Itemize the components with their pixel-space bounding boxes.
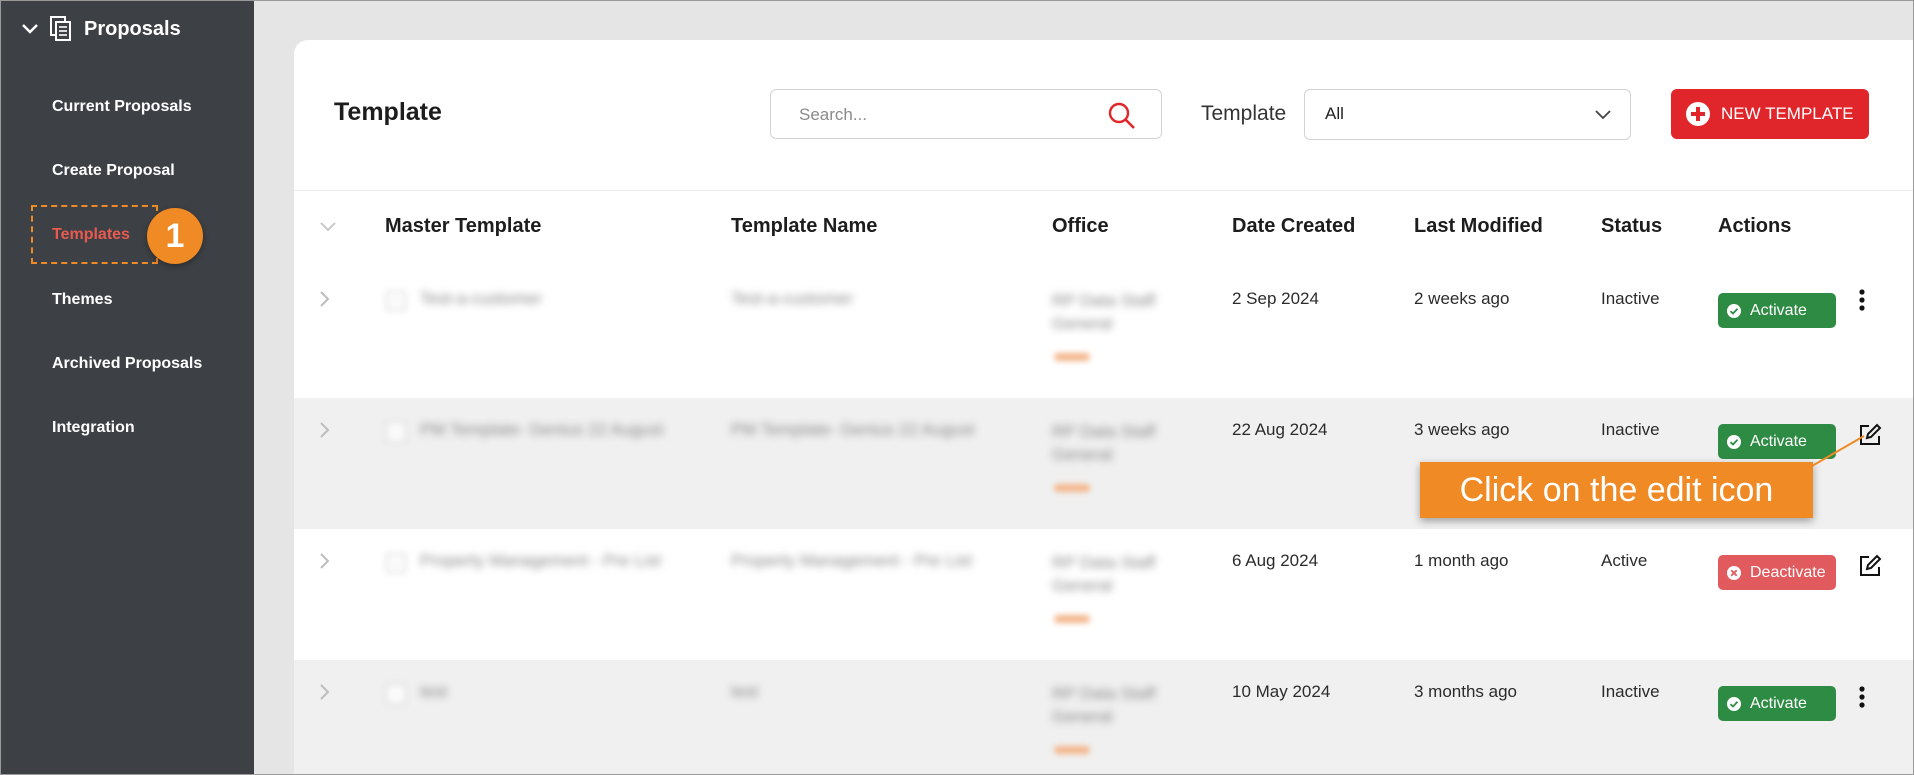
last-modified-cell: 2 weeks ago xyxy=(1414,289,1510,308)
table-row[interactable]: test test RP Data Staff General 10 May 2… xyxy=(294,660,1914,775)
new-template-label: NEW TEMPLATE xyxy=(1721,104,1854,123)
template-filter-label: Template xyxy=(1201,102,1287,125)
status-cell: Inactive xyxy=(1601,420,1660,439)
documents-icon xyxy=(50,16,72,42)
office-tag xyxy=(1054,353,1090,361)
sidebar-item-themes[interactable]: Themes xyxy=(52,291,112,309)
date-created-cell: 6 Aug 2024 xyxy=(1232,551,1319,570)
chevron-right-icon[interactable] xyxy=(318,289,332,309)
master-template-cell: test xyxy=(420,682,448,701)
row-checkbox[interactable] xyxy=(386,553,406,573)
column-header-status[interactable]: Status xyxy=(1601,215,1662,238)
office-tag xyxy=(1054,484,1090,492)
activate-button[interactable]: Activate xyxy=(1718,686,1836,721)
table-row[interactable]: Test-a-customer Test-a-customer RP Data … xyxy=(294,267,1914,398)
callout-pointer-line xyxy=(1812,435,1865,467)
expand-all-icon[interactable] xyxy=(318,220,338,236)
sidebar: Proposals Current Proposals Create Propo… xyxy=(0,0,254,775)
activate-label: Activate xyxy=(1750,301,1807,319)
divider xyxy=(294,190,1914,191)
check-circle-icon xyxy=(1726,303,1742,319)
activate-label: Activate xyxy=(1750,432,1807,450)
office-cell: RP Data Staff General xyxy=(1052,291,1156,333)
more-options-icon[interactable] xyxy=(1854,684,1870,710)
x-circle-icon xyxy=(1726,565,1742,581)
master-template-cell: PM Template- Genius 22 August xyxy=(420,420,664,439)
chevron-down-icon[interactable] xyxy=(20,19,40,39)
date-created-cell: 22 Aug 2024 xyxy=(1232,420,1328,439)
deactivate-button[interactable]: Deactivate xyxy=(1718,555,1836,590)
edit-icon[interactable] xyxy=(1857,553,1883,579)
column-header-date-created[interactable]: Date Created xyxy=(1232,215,1355,238)
activate-button[interactable]: Activate xyxy=(1718,293,1836,328)
search-icon[interactable] xyxy=(1107,101,1137,131)
template-name-cell: Test-a-customer xyxy=(731,289,853,308)
office-tag xyxy=(1054,746,1090,754)
status-cell: Active xyxy=(1601,551,1648,570)
new-template-button[interactable]: NEW TEMPLATE xyxy=(1671,89,1869,139)
status-cell: Inactive xyxy=(1601,682,1660,701)
search-box[interactable] xyxy=(770,89,1162,139)
row-checkbox[interactable] xyxy=(386,291,406,311)
column-header-master-template[interactable]: Master Template xyxy=(385,215,541,238)
row-checkbox[interactable] xyxy=(386,422,406,442)
date-created-cell: 2 Sep 2024 xyxy=(1232,289,1319,308)
step-badge: 1 xyxy=(147,208,203,264)
sidebar-item-integration[interactable]: Integration xyxy=(52,419,135,437)
table-row[interactable]: Property Management - Pre List Property … xyxy=(294,529,1914,660)
template-filter-value: All xyxy=(1325,104,1344,123)
chevron-right-icon[interactable] xyxy=(318,420,332,440)
sidebar-item-create-proposal[interactable]: Create Proposal xyxy=(52,162,175,180)
office-tag xyxy=(1054,615,1090,623)
chevron-right-icon[interactable] xyxy=(318,682,332,702)
highlight-box xyxy=(31,205,158,264)
sidebar-section-title: Proposals xyxy=(84,17,181,40)
template-name-cell: PM Template- Genius 22 August xyxy=(731,420,975,439)
office-cell: RP Data Staff General xyxy=(1052,422,1156,464)
last-modified-cell: 1 month ago xyxy=(1414,551,1509,570)
master-template-cell: Property Management - Pre List xyxy=(420,551,661,570)
deactivate-label: Deactivate xyxy=(1750,563,1826,581)
column-header-office[interactable]: Office xyxy=(1052,215,1109,238)
more-options-icon[interactable] xyxy=(1854,287,1870,313)
template-name-cell: Property Management - Pre List xyxy=(731,551,972,570)
office-cell: RP Data Staff General xyxy=(1052,684,1156,726)
chevron-down-icon xyxy=(1594,107,1612,121)
status-cell: Inactive xyxy=(1601,289,1660,308)
column-header-template-name[interactable]: Template Name xyxy=(731,215,877,238)
sidebar-section-header[interactable]: Proposals xyxy=(20,14,181,44)
check-circle-icon xyxy=(1726,696,1742,712)
last-modified-cell: 3 weeks ago xyxy=(1414,420,1510,439)
check-circle-icon xyxy=(1726,434,1742,450)
template-filter-select[interactable]: All xyxy=(1304,89,1631,140)
column-header-actions: Actions xyxy=(1718,215,1792,237)
template-name-cell: test xyxy=(731,682,759,701)
page-title: Template xyxy=(334,98,442,126)
activate-label: Activate xyxy=(1750,694,1807,712)
sidebar-item-current-proposals[interactable]: Current Proposals xyxy=(52,98,192,116)
date-created-cell: 10 May 2024 xyxy=(1232,682,1331,701)
sidebar-item-archived-proposals[interactable]: Archived Proposals xyxy=(52,355,202,373)
row-checkbox[interactable] xyxy=(386,684,406,704)
instruction-callout: Click on the edit icon xyxy=(1420,462,1813,518)
office-cell: RP Data Staff General xyxy=(1052,553,1156,595)
plus-circle-icon xyxy=(1685,101,1711,127)
last-modified-cell: 3 months ago xyxy=(1414,682,1518,701)
column-header-last-modified[interactable]: Last Modified xyxy=(1414,215,1543,238)
master-template-cell: Test-a-customer xyxy=(420,289,542,308)
templates-panel: Template Template All NEW TEMPLATE Maste… xyxy=(294,40,1914,775)
chevron-right-icon[interactable] xyxy=(318,551,332,571)
search-input[interactable] xyxy=(797,102,1101,128)
